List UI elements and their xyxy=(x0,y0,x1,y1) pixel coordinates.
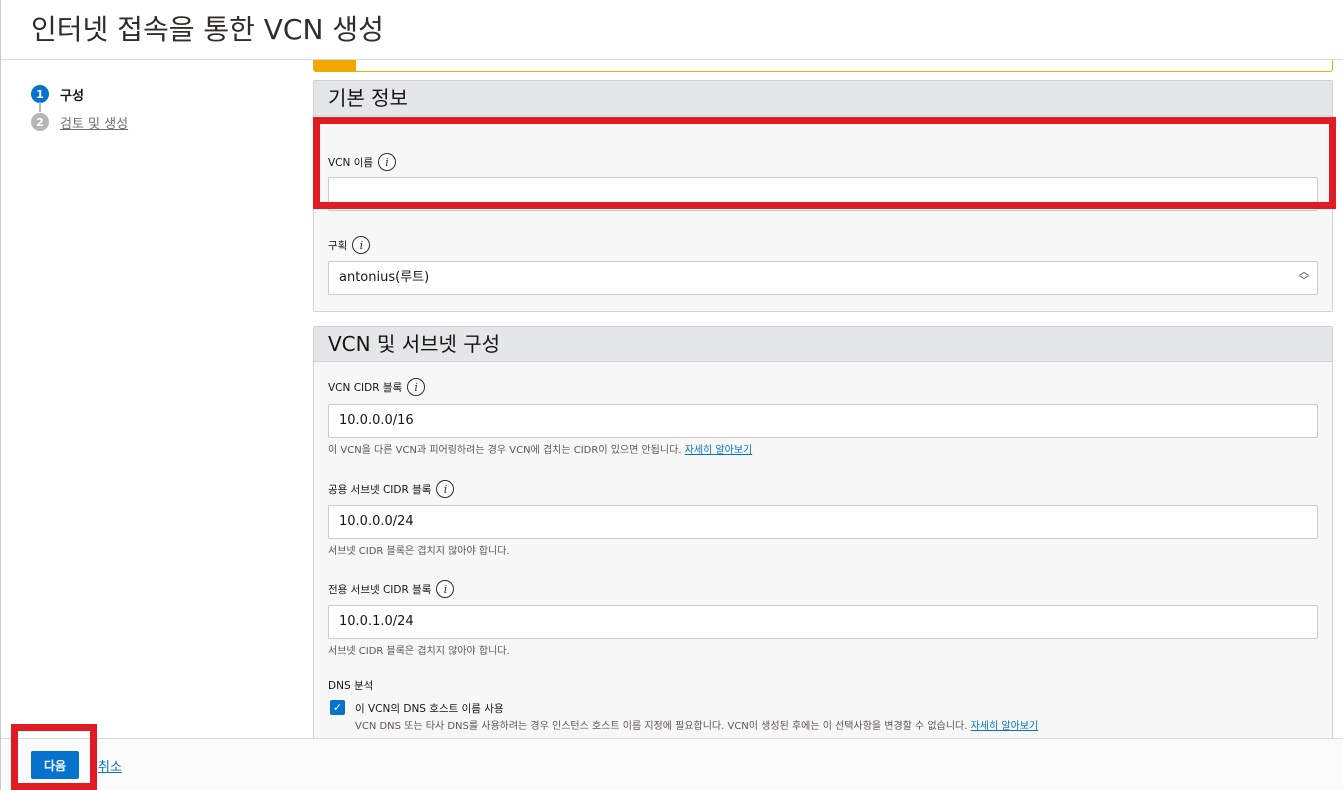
private-subnet-cidr-input[interactable]: 10.0.1.0/24 xyxy=(328,605,1318,639)
info-icon[interactable]: i xyxy=(436,580,455,598)
panel-heading: VCN 및 서브넷 구성 xyxy=(314,327,1332,362)
panel-heading: 기본 정보 xyxy=(314,81,1332,116)
info-icon[interactable]: i xyxy=(378,153,397,171)
select-arrows-icon: ︿ ﹀ xyxy=(1299,267,1309,287)
next-button[interactable]: 다음 xyxy=(31,751,79,779)
dns-help: VCN DNS 또는 타사 DNS를 사용하려는 경우 인스턴스 호스트 이름 … xyxy=(355,717,1038,732)
vcn-cidr-input[interactable]: 10.0.0.0/16 xyxy=(328,404,1318,438)
compartment-label-text: 구획 xyxy=(328,239,348,252)
footer-bar: 다음 취소 xyxy=(1,738,1343,790)
vcn-cidr-label-text: VCN CIDR 블록 xyxy=(328,381,403,394)
dns-hostnames-checkbox[interactable]: ✓ xyxy=(330,700,345,715)
private-cidr-label-text: 전용 서브넷 CIDR 블록 xyxy=(328,583,432,596)
step-label: 구성 xyxy=(60,88,84,104)
basic-info-panel: 기본 정보 VCN 이름 i 구획 i antonius(루트) ︿ ﹀ xyxy=(313,80,1333,312)
info-icon[interactable]: i xyxy=(352,236,371,254)
info-icon[interactable]: i xyxy=(407,378,426,396)
info-icon[interactable]: i xyxy=(436,480,455,498)
compartment-value: antonius(루트) xyxy=(339,270,430,285)
vcn-name-label-text: VCN 이름 xyxy=(328,156,374,169)
public-cidr-help: 서브넷 CIDR 블록은 겹치지 않아야 합니다. xyxy=(328,546,510,557)
compartment-label: 구획 i xyxy=(328,236,371,254)
step-number: 2 xyxy=(31,113,49,131)
dns-help-text: VCN DNS 또는 타사 DNS를 사용하려는 경우 인스턴스 호스트 이름 … xyxy=(355,721,968,732)
learn-more-link[interactable]: 자세히 알아보기 xyxy=(685,445,753,456)
cancel-link[interactable]: 취소 xyxy=(98,756,122,775)
form-content[interactable]: 기본 정보 VCN 이름 i 구획 i antonius(루트) ︿ ﹀ VCN … xyxy=(313,60,1333,738)
vcn-name-label: VCN 이름 i xyxy=(328,153,397,171)
vcn-name-input[interactable] xyxy=(328,177,1318,211)
vcn-subnet-panel: VCN 및 서브넷 구성 VCN CIDR 블록 i 10.0.0.0/16 이… xyxy=(313,326,1333,738)
page-title: 인터넷 접속을 통한 VCN 생성 xyxy=(31,13,384,46)
wizard-steps: 1 구성 2 검토 및 생성 xyxy=(31,80,291,136)
warning-banner xyxy=(313,60,1333,72)
step-configure[interactable]: 1 구성 xyxy=(31,80,291,112)
warning-accent xyxy=(314,60,356,71)
vcn-cidr-help-text: 이 VCN을 다른 VCN과 피어링하려는 경우 VCN에 겹치는 CIDR이 … xyxy=(328,445,682,456)
dns-checkbox-label: 이 VCN의 DNS 호스트 이름 사용 xyxy=(355,703,504,715)
dns-label: DNS 분석 xyxy=(328,680,374,692)
vcn-cidr-label: VCN CIDR 블록 i xyxy=(328,378,426,396)
public-subnet-cidr-input[interactable]: 10.0.0.0/24 xyxy=(328,505,1318,539)
step-number: 1 xyxy=(31,85,49,103)
private-cidr-help: 서브넷 CIDR 블록은 겹치지 않아야 합니다. xyxy=(328,646,510,657)
step-review-create[interactable]: 2 검토 및 생성 xyxy=(31,108,291,136)
page-header: 인터넷 접속을 통한 VCN 생성 xyxy=(1,0,1343,60)
private-cidr-label: 전용 서브넷 CIDR 블록 i xyxy=(328,580,455,598)
page: 인터넷 접속을 통한 VCN 생성 1 구성 2 검토 및 생성 기본 정보 V… xyxy=(0,0,1343,790)
compartment-select[interactable]: antonius(루트) ︿ ﹀ xyxy=(328,261,1318,295)
step-label[interactable]: 검토 및 생성 xyxy=(60,113,128,132)
public-cidr-label-text: 공용 서브넷 CIDR 블록 xyxy=(328,483,432,496)
public-cidr-label: 공용 서브넷 CIDR 블록 i xyxy=(328,480,455,498)
learn-more-link[interactable]: 자세히 알아보기 xyxy=(971,721,1039,732)
vcn-cidr-help: 이 VCN을 다른 VCN과 피어링하려는 경우 VCN에 겹치는 CIDR이 … xyxy=(328,441,752,456)
